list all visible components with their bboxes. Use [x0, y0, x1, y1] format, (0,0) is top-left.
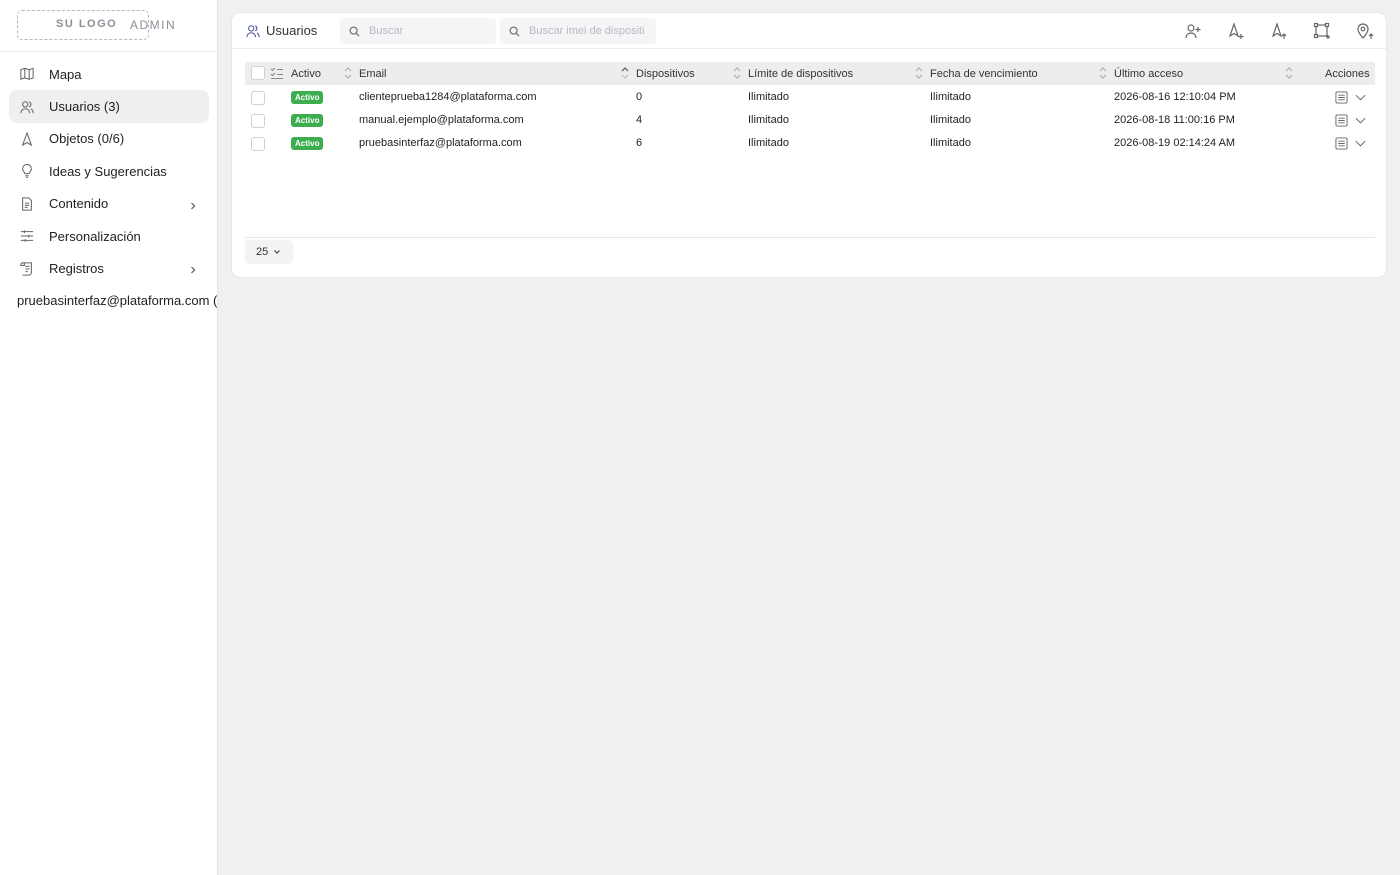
scroll-icon: [20, 261, 34, 276]
cell-devices: 0: [636, 91, 643, 103]
checklist-icon[interactable]: [270, 66, 284, 80]
status-badge: Activo: [291, 114, 324, 127]
row-checkbox[interactable]: [251, 91, 265, 105]
col-active[interactable]: Activo: [291, 68, 321, 80]
chevron-down-icon[interactable]: [1354, 137, 1367, 150]
imei-search-box: [500, 18, 656, 44]
table-row[interactable]: Activo clienteprueba1284@plataforma.com …: [245, 86, 1375, 109]
sort-icon[interactable]: [915, 65, 923, 81]
cell-last-access: 2026-08-18 11:00:16 PM: [1114, 114, 1235, 126]
search-input[interactable]: [369, 25, 496, 37]
row-checkbox[interactable]: [251, 114, 265, 128]
cell-email: clienteprueba1284@plataforma.com: [359, 91, 537, 103]
sort-icon[interactable]: [733, 65, 741, 81]
users-panel: Usuarios Buscar Buscar imei de dispositi…: [231, 12, 1387, 278]
sidebar-item-objetos[interactable]: Objetos (0/6): [9, 123, 209, 155]
add-object-icon[interactable]: [1227, 22, 1245, 40]
sidebar-item-label: Contenido: [49, 196, 109, 212]
cell-last-access: 2026-08-19 02:14:24 AM: [1114, 137, 1236, 149]
page-title: Usuarios: [246, 23, 317, 38]
sidebar-item-label: Objetos (0/6): [49, 131, 125, 147]
sidebar-item-ideas[interactable]: Ideas y Sugerencias: [9, 155, 209, 187]
current-user-email[interactable]: pruebasinterfaz@plataforma.com (D: [17, 293, 218, 308]
chevron-right-icon: [189, 199, 197, 209]
lightbulb-icon: [20, 164, 34, 179]
sidebar-divider: [0, 51, 218, 52]
object-icon: [20, 131, 34, 146]
chevron-down-icon[interactable]: [1354, 91, 1367, 104]
col-actions: Acciones: [1325, 68, 1370, 80]
sidebar-item-label: Usuarios (3): [49, 99, 120, 115]
per-page-value: 25: [256, 246, 269, 258]
col-device-limit[interactable]: Límite de dispositivos: [748, 68, 853, 80]
sidebar-item-personalizacion[interactable]: Personalización: [9, 220, 209, 252]
details-icon[interactable]: [1335, 91, 1348, 104]
document-icon: [20, 197, 34, 211]
sidebar-item-label: Personalización: [49, 228, 141, 244]
sort-asc-icon[interactable]: [621, 65, 629, 81]
cell-devices: 6: [636, 137, 643, 149]
cell-email: manual.ejemplo@plataforma.com: [359, 114, 524, 126]
status-badge: Activo: [291, 137, 324, 150]
search-icon: [349, 25, 360, 37]
logo-text: SU LOGO: [56, 18, 118, 30]
panel-header: Usuarios: [232, 13, 1386, 49]
col-devices[interactable]: Dispositivos: [636, 68, 695, 80]
table-row[interactable]: Activo pruebasinterfaz@plataforma.com 6 …: [245, 132, 1375, 155]
cell-last-access: 2026-08-16 12:10:04 PM: [1114, 91, 1236, 103]
search-icon: [509, 25, 520, 37]
upload-object-icon[interactable]: [1270, 22, 1288, 40]
select-all-checkbox[interactable]: [251, 66, 265, 80]
geofence-icon[interactable]: [1313, 22, 1331, 40]
sidebar-item-label: Mapa: [49, 66, 82, 82]
sliders-icon: [20, 229, 34, 243]
cell-devices: 4: [636, 114, 643, 126]
cell-expiration: Ilimitado: [930, 91, 971, 103]
search-box: [340, 18, 496, 44]
row-checkbox[interactable]: [251, 137, 265, 151]
col-email[interactable]: Email: [359, 68, 387, 80]
sidebar-item-usuarios[interactable]: Usuarios (3): [9, 90, 209, 123]
col-expiration[interactable]: Fecha de vencimiento: [930, 68, 1038, 80]
sidebar-nav: Mapa Usuarios (3) Objetos (0/6) Ideas y …: [9, 58, 209, 285]
chevron-down-icon: [273, 248, 281, 256]
sort-icon[interactable]: [1285, 65, 1293, 81]
details-icon[interactable]: [1335, 137, 1348, 150]
header-actions: [1159, 22, 1374, 40]
sidebar-item-label: Registros: [49, 261, 104, 277]
per-page-select[interactable]: 25: [245, 240, 293, 264]
sidebar-item-label: Ideas y Sugerencias: [49, 163, 167, 179]
sidebar-item-registros[interactable]: Registros: [9, 252, 209, 284]
map-icon: [20, 67, 34, 81]
imei-search-input[interactable]: [529, 25, 656, 37]
cell-device-limit: Ilimitado: [748, 114, 789, 126]
users-icon: [246, 24, 260, 38]
chevron-down-icon[interactable]: [1354, 114, 1367, 127]
table-header: Activo Email Dispositivos Límite de disp…: [245, 62, 1375, 85]
cell-expiration: Ilimitado: [930, 137, 971, 149]
status-badge: Activo: [291, 91, 324, 104]
upload-poi-icon[interactable]: [1356, 22, 1374, 40]
cell-expiration: Ilimitado: [930, 114, 971, 126]
sidebar-item-mapa[interactable]: Mapa: [9, 58, 209, 90]
cell-device-limit: Ilimitado: [748, 137, 789, 149]
page-title-text: Usuarios: [266, 23, 318, 38]
sidebar: SU LOGO ADMIN Mapa Usuarios (3) Objetos …: [0, 0, 218, 875]
add-user-icon[interactable]: [1184, 22, 1202, 40]
admin-label: ADMIN: [130, 18, 177, 32]
users-icon: [20, 100, 34, 114]
sort-icon[interactable]: [344, 65, 352, 81]
col-last-access[interactable]: Último acceso: [1114, 68, 1183, 80]
cell-email: pruebasinterfaz@plataforma.com: [359, 137, 522, 149]
table-footer-divider: [245, 237, 1375, 238]
sort-icon[interactable]: [1099, 65, 1107, 81]
sidebar-item-contenido[interactable]: Contenido: [9, 188, 209, 220]
details-icon[interactable]: [1335, 114, 1348, 127]
chevron-right-icon: [189, 263, 197, 274]
cell-device-limit: Ilimitado: [748, 91, 789, 103]
table-row[interactable]: Activo manual.ejemplo@plataforma.com 4 I…: [245, 109, 1375, 132]
